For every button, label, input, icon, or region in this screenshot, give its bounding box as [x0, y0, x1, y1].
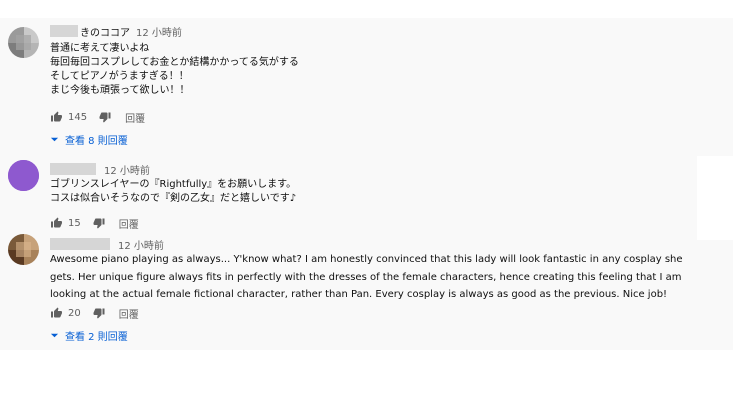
comment-timestamp[interactable]: 12 小時前 [104, 162, 150, 177]
thumbs-down-icon [93, 218, 105, 229]
comment-header: 12 小時前 [50, 237, 164, 252]
view-replies-button[interactable]: 查看 8 則回覆 [50, 132, 128, 147]
dislike-button[interactable] [93, 217, 105, 229]
comment-timestamp[interactable]: 12 小時前 [136, 24, 182, 39]
user-avatar[interactable] [8, 234, 39, 265]
reply-button[interactable]: 回覆 [119, 306, 139, 321]
view-replies-label: 查看 2 則回覆 [65, 331, 128, 343]
reply-button[interactable]: 回覆 [119, 216, 139, 231]
blurred-username[interactable] [50, 25, 78, 37]
user-avatar[interactable] [8, 27, 39, 58]
comment-timestamp[interactable]: 12 小時前 [118, 237, 164, 252]
comment-line: まじ今後も頑張って欲しい！！ [50, 85, 190, 96]
like-count: 145 [68, 111, 88, 123]
view-replies-label: 查看 8 則回覆 [65, 135, 128, 147]
view-replies-button[interactable]: 查看 2 則回覆 [50, 328, 128, 343]
comment-actions: 15 回覆 [50, 216, 139, 231]
comment-header: 12 小時前 [50, 162, 150, 177]
like-button[interactable] [50, 111, 62, 123]
like-count: 20 [68, 307, 81, 319]
comment-line: 毎回毎回コスプレしてお金とか結構かかってる気がする [50, 57, 299, 68]
blurred-username[interactable] [50, 238, 110, 250]
page-background-strip [697, 156, 746, 240]
comment-actions: 20 回覆 [50, 306, 139, 321]
default-avatar-image [8, 160, 39, 191]
comment-header: きのココア 12 小時前 [50, 24, 182, 39]
thumbs-up-icon [51, 111, 62, 122]
pixelated-avatar-image [8, 27, 39, 58]
dislike-button[interactable] [93, 307, 105, 319]
comment-text: 普通に考えて凄いよね毎回毎回コスプレしてお金とか結構かかってる気がする そしてピア… [50, 42, 299, 98]
username-suffix[interactable]: きのココア [80, 24, 130, 39]
comment-line: 普通に考えて凄いよね [50, 43, 150, 54]
comment-line: コスは似合いそうなので『剣の乙女』だと嬉しいです♪ [50, 193, 297, 204]
caret-down-icon [50, 333, 59, 337]
user-avatar[interactable] [8, 160, 39, 191]
blurred-username[interactable] [50, 163, 96, 175]
thumbs-down-icon [93, 308, 105, 319]
like-count: 15 [68, 217, 81, 229]
reply-button[interactable]: 回覆 [125, 110, 145, 125]
caret-down-icon [50, 137, 59, 141]
comment-actions: 145 回覆 [50, 110, 145, 125]
like-button[interactable] [50, 217, 62, 229]
comment-text: ゴブリンスレイヤーの『Rightfully』をお願いします。 コスは似合いそうなの… [50, 178, 296, 206]
pixelated-avatar-image [8, 234, 39, 265]
comment-line: そしてピアノがうますぎる！！ [50, 71, 189, 82]
thumbs-up-icon [51, 217, 62, 228]
dislike-button[interactable] [99, 111, 111, 123]
comment-line: ゴブリンスレイヤーの『Rightfully』をお願いします。 [50, 179, 297, 190]
comment-text: Awesome piano playing as always... Y'kno… [50, 254, 686, 300]
thumbs-down-icon [99, 112, 111, 123]
thumbs-up-icon [51, 307, 62, 318]
like-button[interactable] [50, 307, 62, 319]
